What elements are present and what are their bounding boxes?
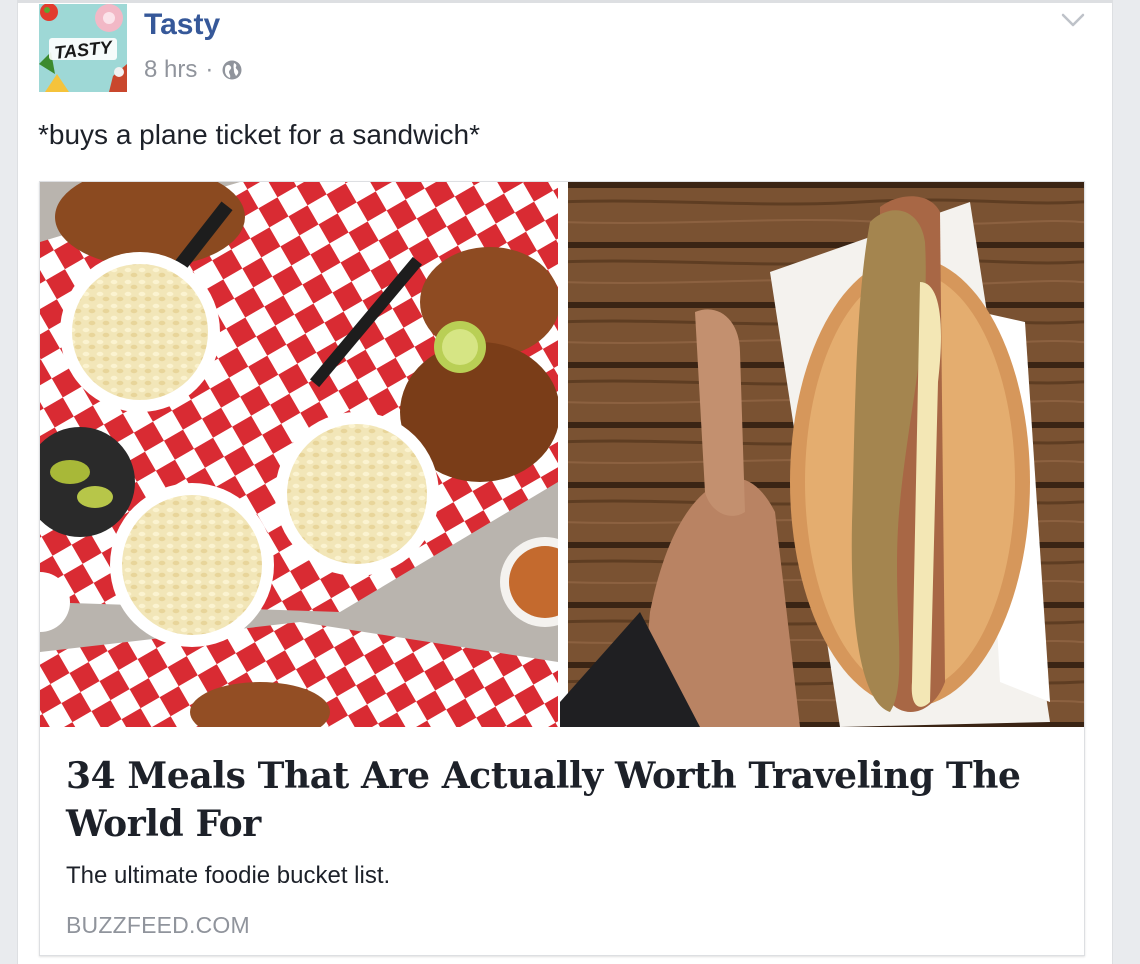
link-preview-card[interactable]: 34 Meals That Are Actually Worth Traveli… [39, 181, 1085, 956]
link-preview-image[interactable] [40, 182, 1084, 727]
feed-post: TASTY Tasty 8 hrs · *buys a plane ticket… [17, 0, 1113, 964]
link-description: The ultimate foodie bucket list. [66, 862, 391, 889]
right-food-photo [560, 182, 1084, 727]
post-top-border [18, 0, 1112, 3]
post-message: *buys a plane ticket for a sandwich* [38, 119, 481, 150]
timestamp-link[interactable]: 8 hrs [144, 56, 197, 84]
left-food-photo [40, 182, 590, 727]
link-preview-text: 34 Meals That Are Actually Worth Traveli… [66, 752, 1056, 939]
right-gutter [1113, 0, 1140, 964]
page-avatar[interactable]: TASTY [39, 4, 127, 92]
link-domain: BUZZFEED.COM [66, 912, 250, 938]
chevron-down-icon[interactable] [1060, 10, 1086, 30]
globe-icon[interactable] [221, 59, 243, 81]
post-meta: 8 hrs · [144, 56, 243, 84]
page-name-link[interactable]: Tasty [144, 8, 220, 42]
tasty-logo: TASTY [39, 4, 127, 92]
meta-separator: · [205, 56, 214, 83]
link-title[interactable]: 34 Meals That Are Actually Worth Traveli… [66, 752, 1056, 848]
image-divider [558, 182, 568, 727]
